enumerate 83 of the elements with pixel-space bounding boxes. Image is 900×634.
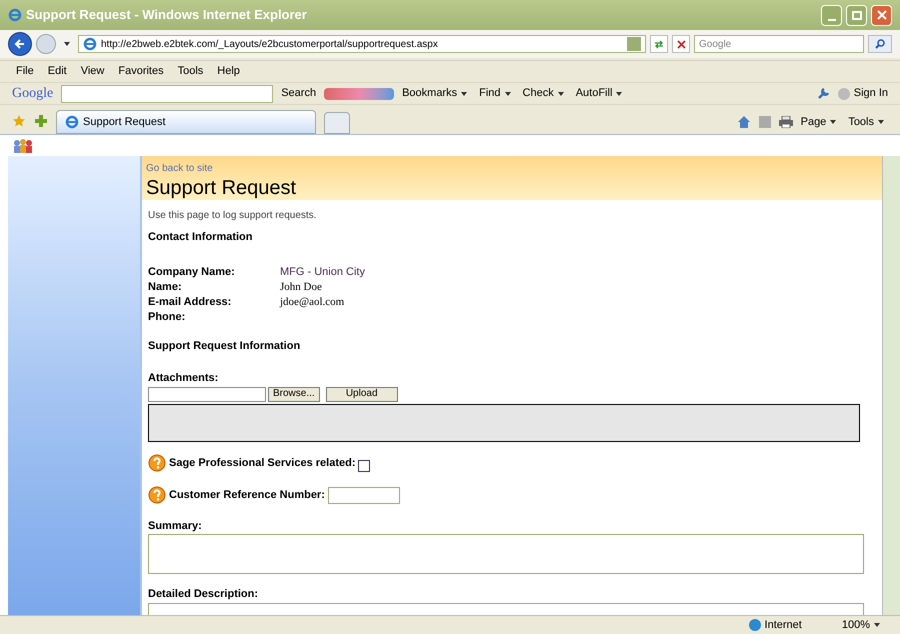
dropdown-caret-icon[interactable] <box>504 92 511 96</box>
scrollbar[interactable] <box>882 156 900 615</box>
dropdown-caret-icon[interactable] <box>558 92 564 96</box>
stop-button[interactable] <box>672 35 690 53</box>
search-button[interactable] <box>868 35 892 53</box>
people-icon <box>12 138 34 154</box>
maximize-button[interactable] <box>846 4 867 26</box>
section-heading: Support Request Information <box>148 338 302 354</box>
dropdown-caret-icon[interactable] <box>64 42 70 46</box>
browser-tab[interactable]: Support Request <box>56 110 316 134</box>
dropdown-caret-icon[interactable] <box>878 120 884 124</box>
menu-item[interactable]: Favorites <box>118 63 164 80</box>
browser-icon <box>8 8 22 22</box>
summary-textarea[interactable] <box>148 534 864 574</box>
checkbox[interactable] <box>358 460 370 472</box>
section-heading: Contact Information <box>148 230 254 245</box>
reference-input[interactable] <box>328 486 400 504</box>
printer-icon[interactable] <box>778 116 793 128</box>
stop-icon <box>676 40 686 48</box>
menu-item[interactable]: Edit <box>48 63 67 80</box>
toolbar-icons-drawing <box>324 88 394 100</box>
field-label: Name: <box>148 280 183 294</box>
menu-item[interactable]: Tools <box>178 63 204 80</box>
dropdown-caret-icon[interactable] <box>830 120 836 124</box>
search-field[interactable]: Google <box>694 35 864 53</box>
field-value: John Doe <box>280 280 322 294</box>
browser-icon <box>65 115 79 129</box>
command-button[interactable]: Tools <box>848 114 888 130</box>
refresh-button[interactable] <box>650 35 668 53</box>
field-value: MFG - Union City <box>280 264 365 278</box>
toolbar-button[interactable]: Check <box>522 85 568 102</box>
file-input[interactable] <box>148 386 266 402</box>
field-label: E-mail Address: <box>148 294 232 308</box>
sign-in-button[interactable]: Sign In <box>838 85 888 102</box>
close-button[interactable] <box>871 4 892 26</box>
intro-text: Use this page to log support requests. <box>148 209 318 223</box>
field-label: Company Name: <box>148 264 236 278</box>
refresh-icon <box>654 39 664 49</box>
page-title: Support Request <box>146 176 298 200</box>
back-arrow-icon <box>14 38 26 50</box>
toolbar-button[interactable]: AutoFill <box>576 85 626 102</box>
search-icon <box>875 39 885 49</box>
avatar-icon <box>838 88 850 100</box>
question-icon <box>148 454 166 472</box>
url-text: http://e2bweb.e2btek.com/_Layouts/e2bcustomerportal/supportrequest.aspx <box>101 38 439 52</box>
field-label: Customer Reference Number: <box>169 488 325 503</box>
toolbar-button[interactable]: Find <box>479 85 515 102</box>
back-button[interactable] <box>8 32 32 56</box>
close-icon <box>876 10 886 20</box>
minimize-button[interactable] <box>821 4 842 26</box>
command-button[interactable]: Page <box>800 114 840 130</box>
google-logo: Google <box>12 85 54 103</box>
dropdown-caret-icon[interactable] <box>616 92 622 96</box>
field-value: jdoe@aol.com <box>280 294 344 308</box>
menu-item[interactable]: View <box>80 63 104 80</box>
address-field[interactable]: http://e2bweb.e2btek.com/_Layouts/e2bcustomerportal/supportrequest.aspx <box>78 35 646 53</box>
menu-item[interactable]: File <box>16 63 34 80</box>
toolbar-button[interactable]: Bookmarks <box>402 85 472 102</box>
google-search-field[interactable] <box>61 84 274 102</box>
add-favorite-icon[interactable] <box>34 114 48 128</box>
field-label: Attachments: <box>148 371 220 386</box>
globe-icon <box>748 619 761 631</box>
browser-icon <box>83 37 97 51</box>
question-icon <box>148 486 166 504</box>
field-label: Sage Professional Services related: <box>169 456 356 471</box>
back-link[interactable]: Go back to site <box>146 161 878 176</box>
search-label[interactable]: Search <box>281 85 316 102</box>
field-label: Phone: <box>148 310 186 324</box>
field-label: Summary: <box>148 518 203 534</box>
browse-button[interactable]: Browse... <box>268 386 320 402</box>
wrench-icon[interactable] <box>816 86 830 100</box>
home-icon[interactable] <box>736 114 751 129</box>
dropdown-caret-icon[interactable] <box>874 623 880 627</box>
field-label: Detailed Description: <box>148 587 260 602</box>
zoom-button[interactable]: 100% <box>842 616 884 634</box>
forward-button[interactable] <box>36 34 56 54</box>
menu-item[interactable]: Help <box>217 63 240 80</box>
new-tab-button[interactable] <box>324 112 350 134</box>
favorites-star-icon[interactable] <box>12 114 26 128</box>
zone-label: Internet <box>748 616 802 634</box>
upload-button[interactable]: Upload <box>326 386 398 402</box>
window-title: Support Request - Windows Internet Explorer <box>26 6 308 24</box>
dropdown-caret-icon[interactable] <box>461 92 468 96</box>
